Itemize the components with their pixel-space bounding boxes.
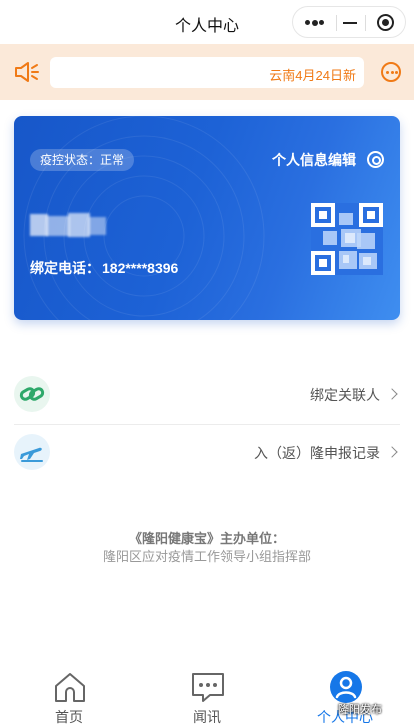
notice-marquee[interactable]: 云南4月24日新	[50, 57, 364, 88]
health-code-card: 疫控状态：正常 个人信息编辑 绑定电话： 182****8396	[14, 116, 400, 320]
list-item-label: 绑定关联人	[310, 387, 380, 403]
chevron-right-icon	[386, 446, 398, 458]
home-icon	[55, 673, 85, 702]
mini-program-capsule	[292, 6, 406, 38]
user-icon	[330, 671, 362, 703]
qr-code[interactable]	[311, 203, 383, 275]
link-icon	[14, 376, 50, 412]
phone-value: 182****8396	[102, 260, 179, 276]
tab-home[interactable]: 首页	[14, 662, 124, 728]
list-item-bind-contact[interactable]: 绑定关联人	[14, 368, 400, 424]
bound-phone: 绑定电话： 182****8396	[30, 258, 178, 278]
list-item-label: 入（返）隆申报记录	[254, 445, 380, 461]
watermark: 隆阳发布	[338, 704, 382, 716]
more-dots-icon[interactable]	[305, 19, 324, 26]
title-bar: 个人中心	[0, 0, 414, 44]
status-badge: 疫控状态：正常	[30, 149, 135, 171]
notice-bar: 云南4月24日新	[0, 44, 414, 100]
close-program-icon[interactable]	[377, 14, 394, 31]
notice-more-icon[interactable]	[381, 62, 401, 82]
plane-icon	[14, 434, 50, 470]
chevron-right-icon	[386, 388, 398, 400]
list-divider	[14, 424, 400, 425]
tab-news[interactable]: 闻讯	[152, 662, 262, 728]
masked-name	[30, 212, 106, 238]
sponsor-title: 《隆阳健康宝》主办单位：	[128, 531, 285, 546]
settings-icon	[367, 151, 384, 168]
capsule-divider	[365, 15, 366, 31]
notice-text: 云南4月24日新	[269, 68, 356, 83]
phone-label: 绑定电话：	[30, 260, 100, 276]
list-item-return-records[interactable]: 入（返）隆申报记录	[14, 426, 400, 482]
tab-label: 闻讯	[193, 709, 221, 725]
sponsor-org: 隆阳区应对疫情工作领导小组指挥部	[102, 549, 311, 564]
message-icon	[192, 673, 224, 702]
tab-label: 首页	[55, 709, 83, 725]
speaker-icon	[15, 62, 39, 82]
edit-profile-label: 个人信息编辑	[272, 152, 356, 168]
minimize-icon[interactable]	[343, 22, 357, 24]
capsule-divider	[336, 15, 337, 31]
